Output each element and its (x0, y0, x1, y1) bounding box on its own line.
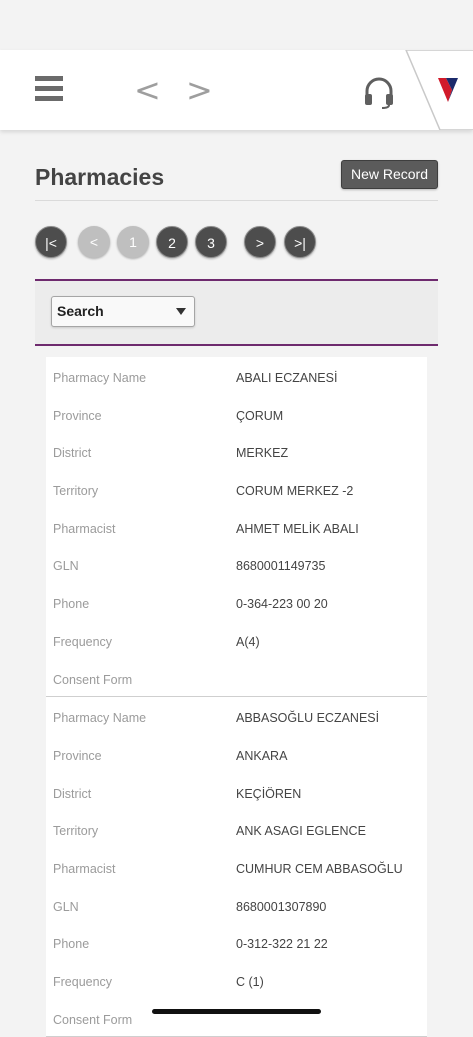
record-field-row: Consent Form (46, 659, 427, 697)
record-field-row: District MERKEZ (46, 432, 427, 470)
field-label: Consent Form (53, 1012, 133, 1027)
field-label: Phone (53, 597, 90, 612)
back-button[interactable]: < (134, 68, 161, 112)
caret-down-icon (176, 308, 186, 315)
record-field-row: Pharmacy Name ABBASOĞLU ECZANESİ (46, 697, 427, 735)
record-field-row: Pharmacy Name ABALI ECZANESİ (46, 357, 427, 395)
new-record-button[interactable]: New Record (340, 160, 438, 189)
field-value: ÇORUM (236, 408, 284, 423)
record-field-row: Frequency A(4) (46, 621, 427, 659)
field-label: Territory (53, 824, 99, 839)
field-value: 0-312-322 21 22 (236, 937, 328, 952)
field-value: ABBASOĞLU ECZANESİ (236, 711, 380, 726)
field-value: MERKEZ (236, 446, 289, 461)
field-label: Pharmacist (53, 521, 116, 536)
home-indicator[interactable] (152, 1009, 321, 1014)
field-value: ABALI ECZANESİ (236, 371, 338, 385)
next-page-button[interactable]: > (244, 226, 276, 258)
record-field-row: Territory CORUM MERKEZ -2 (46, 470, 427, 508)
search-bar: Search (35, 279, 438, 346)
forward-button[interactable]: > (186, 68, 213, 112)
field-label: Consent Form (53, 672, 133, 687)
last-page-button[interactable]: >| (284, 226, 316, 258)
record-field-row: District KEÇİÖREN (46, 773, 427, 811)
record-field-row: Phone 0-312-322 21 22 (46, 923, 427, 961)
pharmacy-list: Pharmacy Name ABALI ECZANESİ Province ÇORU… (46, 357, 427, 1037)
field-value: ANK ASAGI EGLENCE (236, 824, 366, 839)
field-label: District (53, 446, 92, 461)
field-label: Pharmacist (53, 861, 116, 876)
record-field-row: Territory ANK ASAGI EGLENCE (46, 810, 427, 848)
record-field-row: GLN 8680001307890 (46, 886, 427, 924)
page-2-button[interactable]: 2 (156, 226, 188, 258)
field-label: Province (53, 408, 102, 423)
field-value: KEÇİÖREN (236, 786, 302, 801)
field-label: GLN (53, 559, 79, 574)
field-value: AHMET MELİK ABALI (236, 521, 359, 536)
field-label: Pharmacy Name (53, 371, 147, 385)
field-label: Frequency (53, 975, 113, 989)
record-field-row: Pharmacist AHMET MELİK ABALI (46, 508, 427, 546)
record-field-row: Phone 0-364-223 00 20 (46, 583, 427, 621)
page-title-row: Pharmacies New Record (35, 160, 438, 201)
top-nav-bar: < > (0, 50, 473, 130)
first-page-button[interactable]: |< (35, 226, 67, 258)
pharmacy-record[interactable]: Pharmacy Name ABBASOĞLU ECZANESİ Province… (46, 697, 427, 1037)
field-value: CORUM MERKEZ -2 (236, 484, 354, 499)
field-value: 8680001149735 (236, 559, 326, 574)
hamburger-menu-icon[interactable] (35, 75, 63, 103)
search-dropdown-label: Search (57, 303, 104, 319)
page-title: Pharmacies (35, 164, 165, 190)
field-label: Pharmacy Name (53, 711, 147, 726)
field-value: C (1) (236, 975, 264, 989)
field-label: District (53, 786, 92, 801)
record-field-row: Consent Form (46, 999, 427, 1037)
field-label: Phone (53, 937, 90, 952)
record-field-row: Pharmacist CUMHUR CEM ABBASOĞLU (46, 848, 427, 886)
field-label: Territory (53, 484, 99, 499)
field-label: Province (53, 748, 102, 763)
field-value: 8680001307890 (236, 899, 327, 914)
field-label: GLN (53, 899, 79, 914)
record-field-row: Province ÇORUM (46, 395, 427, 433)
record-field-row: Frequency C (1) (46, 961, 427, 999)
headset-support-icon[interactable] (363, 76, 395, 110)
record-field-row: GLN 8680001149735 (46, 545, 427, 583)
page-1-button[interactable]: 1 (117, 226, 149, 258)
previous-page-button[interactable]: < (78, 226, 110, 258)
pharmacy-record[interactable]: Pharmacy Name ABALI ECZANESİ Province ÇORU… (46, 357, 427, 698)
brand-logo (405, 50, 473, 130)
field-value: 0-364-223 00 20 (236, 597, 328, 612)
field-value: A(4) (236, 634, 260, 649)
record-field-row: Province ANKARA (46, 735, 427, 773)
field-value: CUMHUR CEM ABBASOĞLU (236, 861, 403, 876)
search-dropdown[interactable]: Search (51, 296, 195, 327)
pagination: |< < 1 2 3 > >| (35, 226, 335, 258)
field-label: Frequency (53, 634, 113, 649)
field-value: ANKARA (236, 748, 288, 763)
page-3-button[interactable]: 3 (195, 226, 227, 258)
